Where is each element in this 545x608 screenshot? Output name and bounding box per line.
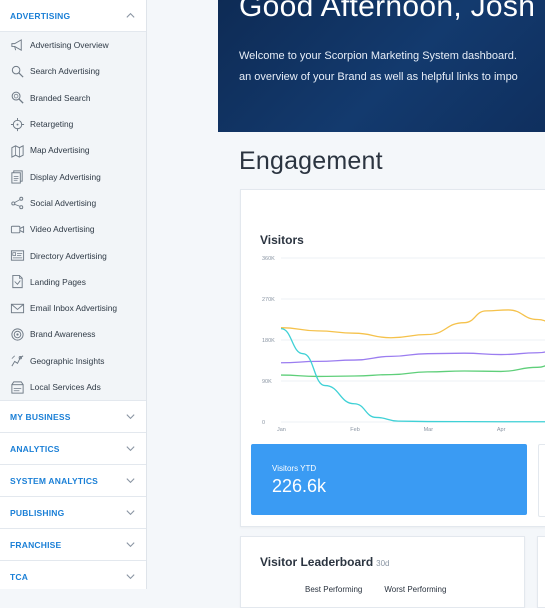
sidebar-item-label: Geographic Insights	[30, 355, 105, 366]
map-icon	[11, 144, 24, 158]
kpi-label: Visitors YTD	[272, 464, 317, 473]
geo-icon	[11, 355, 24, 367]
local-services-icon	[11, 380, 24, 394]
email-icon	[10, 303, 25, 313]
y-tick-label: 270K	[262, 297, 275, 303]
chevron-down-icon	[126, 542, 135, 548]
sidebar-item-brand-awareness[interactable]: Brand Awareness	[0, 321, 146, 347]
leaderboard-period: 30d	[376, 559, 390, 568]
section-label: PUBLISHING	[10, 507, 65, 518]
greeting-title: Good Afternoon, Josh	[239, 0, 536, 23]
visitor-leaderboard-card: Visitor Leaderboard 30d Best Performing Wo…	[240, 536, 525, 608]
sidebar-item-email-inbox-advertising[interactable]: Email Inbox Advertising	[0, 295, 146, 321]
sidebar-item-label: Search Advertising	[30, 66, 100, 77]
section-franchise[interactable]: FRANCHISE	[0, 528, 146, 561]
x-tick-label: Apr	[497, 427, 506, 433]
sidebar-item-label: Retargeting	[30, 119, 74, 130]
sidebar-item-geographic-insights[interactable]: Geographic Insights	[0, 348, 146, 374]
video-icon	[10, 225, 25, 233]
series-line-2	[280, 365, 545, 378]
sidebar: ADVERTISING Advertising Overview Search …	[0, 0, 147, 589]
sidebar-item-branded-search[interactable]: Branded Search	[0, 85, 146, 111]
section-publishing[interactable]: PUBLISHING	[0, 496, 146, 529]
section-label: ANALYTICS	[10, 443, 60, 454]
sidebar-item-label: Social Advertising	[30, 197, 97, 208]
sidebar-item-label: Branded Search	[30, 92, 91, 103]
sidebar-item-label: Landing Pages	[30, 276, 86, 287]
sidebar-item-label: Map Advertising	[30, 145, 90, 156]
chevron-down-icon	[126, 478, 135, 484]
sidebar-item-label: Brand Awareness	[30, 329, 96, 340]
section-tca[interactable]: TCA	[0, 560, 146, 589]
landing-page-icon	[12, 275, 23, 289]
sidebar-item-retargeting[interactable]: Retargeting	[0, 111, 146, 137]
visitors-line-chart: 0 90K 180K 270K 360K Jan Feb Mar Apr	[262, 256, 545, 433]
sidebar-item-search-advertising[interactable]: Search Advertising	[0, 58, 146, 84]
section-label: TCA	[10, 571, 29, 582]
y-tick-label: 360K	[262, 256, 275, 262]
welcome-line-2: an overview of your Brand as well as hel…	[239, 71, 518, 83]
section-label: SYSTEM ANALYTICS	[10, 475, 99, 486]
section-advertising-label: ADVERTISING	[10, 10, 71, 21]
engagement-title: Engagement	[239, 147, 383, 175]
display-icon	[11, 170, 23, 184]
section-advertising-header[interactable]: ADVERTISING	[0, 0, 146, 32]
sidebar-item-local-services-ads[interactable]: Local Services Ads	[0, 374, 146, 400]
sidebar-item-advertising-overview[interactable]: Advertising Overview	[0, 32, 146, 58]
tab-worst-performing[interactable]: Worst Performing	[384, 585, 446, 594]
leaderboard-title: Visitor Leaderboard 30d	[260, 555, 390, 569]
sidebar-item-label: Email Inbox Advertising	[30, 303, 118, 314]
y-tick-label: 180K	[262, 338, 275, 344]
target-icon	[10, 117, 25, 131]
sidebar-item-label: Directory Advertising	[30, 250, 107, 261]
series-line-3	[280, 327, 545, 423]
megaphone-icon	[11, 38, 22, 51]
visitors-chart-title: Visitors	[260, 233, 304, 247]
sidebar-item-label: Advertising Overview	[30, 40, 109, 51]
leaderboard-tabs: Best Performing Worst Performing	[305, 585, 468, 594]
share-icon	[11, 197, 24, 210]
chevron-down-icon	[126, 510, 135, 516]
branded-search-icon	[11, 91, 24, 104]
chevron-down-icon	[126, 574, 135, 580]
section-my-business[interactable]: MY BUSINESS	[0, 400, 146, 433]
directory-icon	[10, 250, 25, 261]
secondary-card	[537, 536, 545, 608]
sidebar-item-video-advertising[interactable]: Video Advertising	[0, 216, 146, 242]
secondary-kpi-tile[interactable]	[538, 444, 545, 517]
sidebar-item-map-advertising[interactable]: Map Advertising	[0, 137, 146, 163]
series-line-1	[280, 351, 545, 364]
section-label: FRANCHISE	[10, 539, 62, 550]
series-line-0	[280, 309, 545, 339]
visitors-card: Visitors 0 90K 180K 270K 360K Jan Feb Mar Apr Vi…	[240, 189, 545, 527]
sidebar-item-landing-pages[interactable]: Landing Pages	[0, 269, 146, 295]
brand-awareness-icon	[11, 328, 24, 341]
chevron-down-icon	[126, 446, 135, 452]
advertising-submenu: Advertising Overview Search Advertising …	[0, 32, 146, 400]
tab-best-performing[interactable]: Best Performing	[305, 585, 362, 594]
search-icon	[11, 65, 24, 78]
sidebar-item-directory-advertising[interactable]: Directory Advertising	[0, 242, 146, 268]
sidebar-item-label: Display Advertising	[30, 171, 101, 182]
welcome-banner: Good Afternoon, Josh Welcome to your Sco…	[218, 0, 545, 132]
x-tick-label: Jan	[277, 427, 286, 433]
sidebar-item-display-advertising[interactable]: Display Advertising	[0, 163, 146, 189]
sidebar-item-social-advertising[interactable]: Social Advertising	[0, 190, 146, 216]
x-tick-label: Feb	[350, 427, 359, 433]
chevron-down-icon	[126, 414, 135, 420]
chevron-up-icon	[126, 12, 135, 18]
section-system-analytics[interactable]: SYSTEM ANALYTICS	[0, 464, 146, 497]
x-tick-label: Mar	[424, 427, 434, 433]
visitors-ytd-tile[interactable]: Visitors YTD 226.6k	[251, 444, 527, 515]
section-analytics[interactable]: ANALYTICS	[0, 432, 146, 465]
y-tick-label: 0	[262, 420, 265, 426]
sidebar-item-label: Video Advertising	[30, 224, 95, 235]
section-label: MY BUSINESS	[10, 411, 71, 422]
leaderboard-title-text: Visitor Leaderboard	[260, 555, 374, 569]
welcome-text: Welcome to your Scorpion Marketing Syste…	[239, 46, 545, 88]
welcome-line-1: Welcome to your Scorpion Marketing Syste…	[239, 50, 517, 62]
sidebar-item-label: Local Services Ads	[30, 382, 101, 392]
kpi-value: 226.6k	[272, 476, 327, 496]
y-tick-label: 90K	[262, 379, 272, 385]
